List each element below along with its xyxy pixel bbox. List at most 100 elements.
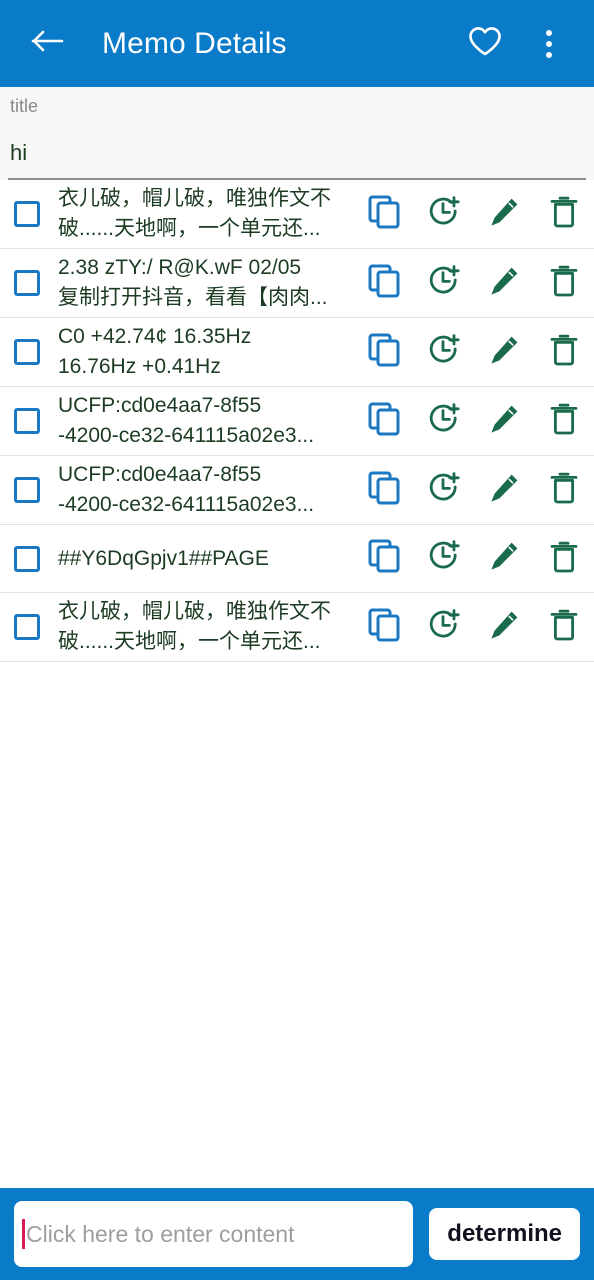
delete-button[interactable] [546,334,582,370]
trash-icon [550,195,578,233]
pencil-icon [488,472,520,509]
trash-icon [550,402,578,440]
row-content-line2: -4200-ce32-641115a02e3... [58,493,315,516]
alarm-add-icon [427,402,461,441]
copy-button[interactable] [366,333,402,372]
row-checkbox[interactable] [10,339,44,365]
table-row[interactable]: C0 +42.74¢ 16.35Hz 16.76Hz +0.41Hz [0,318,594,387]
title-section[interactable]: title hi [0,87,594,180]
content-input[interactable]: Click here to enter content [26,1221,294,1248]
more-vertical-icon-dot-1 [546,29,552,36]
app-bar: Memo Details [0,0,594,87]
alarm-add-button[interactable] [426,471,462,510]
row-content-line1: C0 +42.74¢ 16.35Hz [58,325,252,348]
row-actions [362,471,582,510]
row-actions [362,333,582,372]
row-actions [362,402,582,441]
table-row[interactable]: 衣儿破，帽儿破，唯独作文不 破......天地啊，一个单元还... [0,180,594,249]
table-row[interactable]: 衣儿破，帽儿破，唯独作文不 破......天地啊，一个单元还... [0,593,594,662]
row-content[interactable]: ##Y6DqGpjv1##PAGE [58,544,362,574]
pencil-icon [488,540,520,577]
edit-button[interactable] [486,196,522,232]
title-field-value[interactable]: hi [10,118,584,167]
more-vertical-icon-dot-3 [546,51,552,58]
checkbox-unchecked-icon[interactable] [14,201,40,227]
edit-button[interactable] [486,403,522,439]
copy-button[interactable] [366,402,402,441]
alarm-add-icon [427,471,461,510]
delete-button[interactable] [546,609,582,645]
table-row[interactable]: 2.38 zTY:/ R@K.wF 02/05 复制打开抖音，看看【肉肉... [0,249,594,318]
copy-icon [368,333,400,372]
alarm-add-button[interactable] [426,264,462,303]
edit-button[interactable] [486,265,522,301]
row-checkbox[interactable] [10,201,44,227]
row-content[interactable]: 衣儿破，帽儿破，唯独作文不 破......天地啊，一个单元还... [58,597,362,657]
row-actions [362,264,582,303]
checkbox-unchecked-icon[interactable] [14,339,40,365]
overflow-menu-button[interactable] [526,21,572,67]
row-content[interactable]: C0 +42.74¢ 16.35Hz 16.76Hz +0.41Hz [58,322,362,382]
delete-button[interactable] [546,196,582,232]
edit-button[interactable] [486,334,522,370]
row-content[interactable]: 衣儿破，帽儿破，唯独作文不 破......天地啊，一个单元还... [58,184,362,244]
edit-button[interactable] [486,541,522,577]
delete-button[interactable] [546,541,582,577]
copy-button[interactable] [366,471,402,508]
copy-button[interactable] [366,264,402,303]
checkbox-unchecked-icon[interactable] [14,270,40,296]
trash-icon [550,540,578,578]
checkbox-unchecked-icon[interactable] [14,477,40,503]
table-row[interactable]: UCFP:cd0e4aa7-8f55 -4200-ce32-641115a02e3… [0,456,594,525]
table-row[interactable]: UCFP:cd0e4aa7-8f55 -4200-ce32-641115a02e3… [0,387,594,456]
checkbox-unchecked-icon[interactable] [14,614,40,640]
copy-button[interactable] [366,195,402,234]
determine-button[interactable]: determine [429,1208,580,1260]
content-input-wrapper[interactable]: Click here to enter content [14,1201,414,1267]
table-row[interactable]: ##Y6DqGpjv1##PAGE [0,525,594,593]
copy-icon [368,264,400,303]
row-content-line2: 破......天地啊，一个单元还... [58,217,321,240]
delete-button[interactable] [546,403,582,439]
alarm-add-icon [427,264,461,303]
copy-icon [368,402,400,441]
alarm-add-button[interactable] [426,195,462,234]
row-actions [362,539,582,578]
row-checkbox[interactable] [10,545,44,572]
delete-button[interactable] [546,472,582,508]
row-actions [362,195,582,234]
row-checkbox[interactable] [10,408,44,434]
back-button[interactable] [26,22,70,66]
title-field-underline [8,178,586,180]
row-content-line1: 衣儿破，帽儿破，唯独作文不 [58,600,331,623]
row-checkbox[interactable] [10,270,44,296]
checkbox-unchecked-icon[interactable] [14,545,40,572]
alarm-add-icon [427,539,461,578]
row-content[interactable]: 2.38 zTY:/ R@K.wF 02/05 复制打开抖音，看看【肉肉... [58,253,362,313]
edit-button[interactable] [486,472,522,508]
row-content-line1: ##Y6DqGpjv1##PAGE [58,546,269,570]
alarm-add-icon [427,195,461,234]
copy-icon [368,539,400,578]
trash-icon [550,333,578,371]
edit-button[interactable] [486,609,522,645]
page-title: Memo Details [102,26,287,60]
row-content[interactable]: UCFP:cd0e4aa7-8f55 -4200-ce32-641115a02e3… [58,391,362,451]
row-content-line1: 2.38 zTY:/ R@K.wF 02/05 [58,256,302,279]
copy-button[interactable] [366,608,402,645]
row-content-line1: UCFP:cd0e4aa7-8f55 [58,394,262,417]
copy-button[interactable] [366,539,402,578]
row-content[interactable]: UCFP:cd0e4aa7-8f55 -4200-ce32-641115a02e3… [58,460,362,520]
copy-icon [368,195,400,234]
checkbox-unchecked-icon[interactable] [14,408,40,434]
row-checkbox[interactable] [10,477,44,503]
heart-icon [468,26,502,62]
delete-button[interactable] [546,265,582,301]
alarm-add-button[interactable] [426,608,462,645]
alarm-add-button[interactable] [426,333,462,370]
pencil-icon [488,265,520,302]
alarm-add-button[interactable] [426,539,462,578]
alarm-add-button[interactable] [426,402,462,441]
row-checkbox[interactable] [10,614,44,640]
favorite-button[interactable] [462,21,508,67]
